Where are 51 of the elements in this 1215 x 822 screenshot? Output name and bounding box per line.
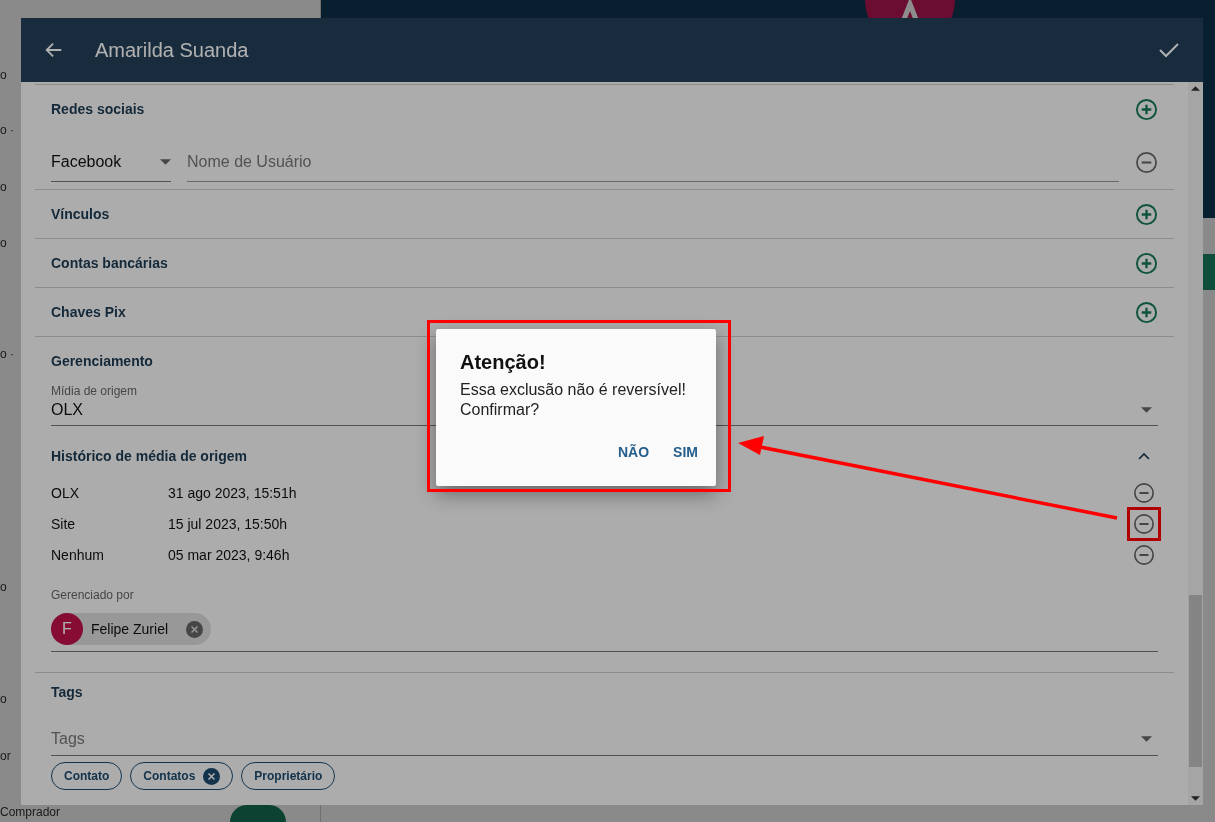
section-heading: Histórico de média de origem (51, 447, 248, 464)
close-icon[interactable] (186, 620, 204, 638)
add-icon[interactable] (1135, 97, 1158, 121)
section-heading: Vínculos (51, 206, 110, 222)
dialog-message: Essa exclusão não é reversível! Confirmar? (460, 380, 687, 420)
section-heading: Tags (51, 684, 83, 700)
user-chip[interactable]: F Felipe Zuriel (51, 613, 212, 645)
list-text: Comprador (0, 805, 61, 819)
scroll-up-icon[interactable] (1191, 86, 1200, 91)
history-source: Nenhum (51, 546, 105, 563)
history-date: 31 ago 2023, 15:51h (168, 484, 298, 501)
add-icon[interactable] (1135, 251, 1158, 275)
section-heading: Chaves Pix (51, 304, 126, 320)
dropdown-icon[interactable] (1141, 736, 1152, 742)
dialog-title: Atenção! (460, 351, 547, 374)
history-source: OLX (51, 484, 80, 501)
section-heading: Redes sociais (51, 101, 145, 117)
tags-field[interactable]: Tags (51, 730, 1141, 748)
remove-icon[interactable] (1133, 543, 1155, 566)
remove-icon[interactable] (1135, 150, 1158, 174)
dialog-button[interactable]: SIM (663, 438, 708, 466)
section-heading: Gerenciamento (51, 353, 153, 369)
list-text: o (0, 692, 7, 706)
scrollbar[interactable] (1188, 82, 1203, 805)
close-icon[interactable] (203, 767, 221, 785)
list-text: o · (0, 123, 14, 137)
remove-icon[interactable] (1133, 481, 1155, 504)
username-field[interactable]: Nome de Usuário (187, 142, 1119, 182)
avatar: F (51, 613, 83, 645)
remove-icon[interactable] (1133, 512, 1155, 535)
scroll-down-icon[interactable] (1191, 796, 1200, 801)
history-date: 05 mar 2023, 9:46h (168, 546, 291, 563)
history-source: Site (51, 515, 77, 532)
list-text: o · (0, 347, 14, 361)
panel-title: Amarilda Suanda (95, 38, 250, 62)
chevron-up-icon[interactable] (1138, 451, 1150, 460)
list-text: o (0, 180, 7, 194)
add-icon[interactable] (1135, 202, 1158, 226)
list-text: o (0, 236, 7, 250)
section-heading: Contas bancárias (51, 255, 168, 271)
field-label: Gerenciado por (50, 587, 135, 602)
network-select[interactable]: Facebook (51, 142, 171, 182)
dropdown-icon (160, 158, 171, 165)
scrollbar-thumb[interactable] (1189, 595, 1202, 767)
add-icon[interactable] (1135, 300, 1158, 324)
list-text: o (0, 68, 7, 82)
history-date: 15 jul 2023, 15:50h (168, 515, 289, 532)
dialog-button[interactable]: NÃO (608, 438, 660, 466)
list-text: or (0, 749, 11, 763)
dropdown-icon (1141, 407, 1152, 413)
list-text: o (0, 580, 7, 594)
